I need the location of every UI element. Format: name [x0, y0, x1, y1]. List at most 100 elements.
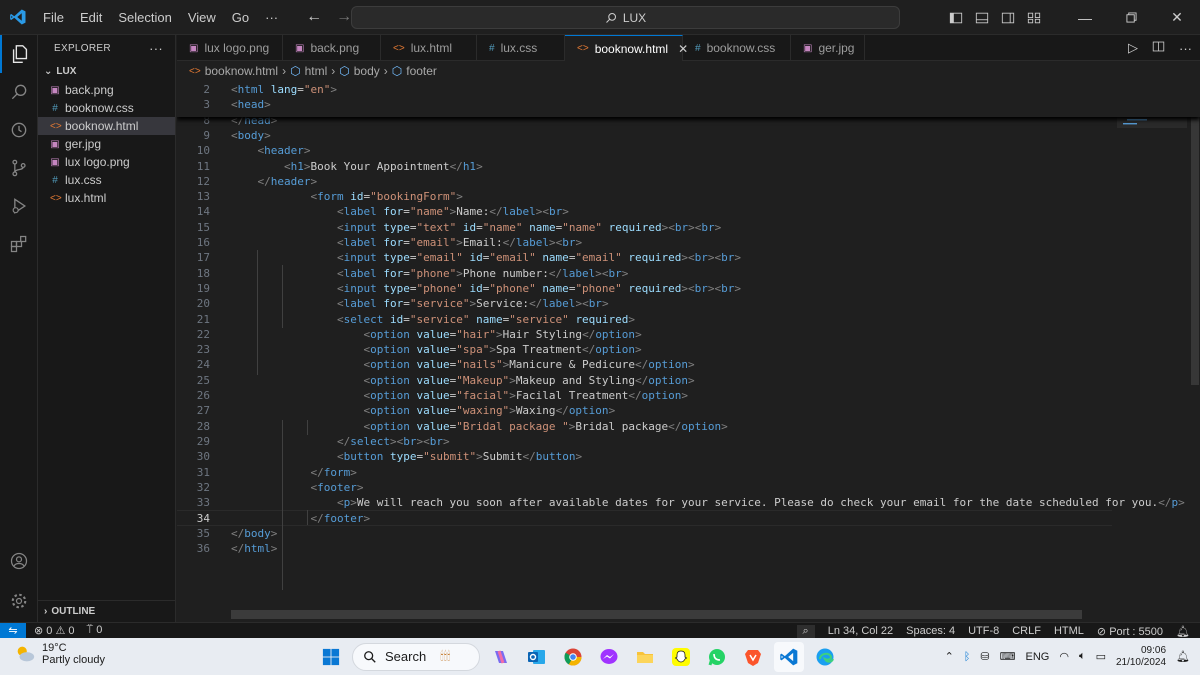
run-debug-icon[interactable]: [0, 187, 38, 225]
folder-lux[interactable]: ⌄ LUX: [38, 61, 175, 81]
explorer-files-icon[interactable]: [0, 35, 38, 73]
code-line[interactable]: 20 <label for="service">Service:</label>…: [177, 296, 1112, 311]
code-line[interactable]: 33 <p>We will reach you soon after avail…: [177, 495, 1185, 510]
code-line[interactable]: 32 <footer>: [177, 480, 1112, 495]
copilot-icon[interactable]: [486, 642, 516, 672]
menu-more[interactable]: ···: [257, 0, 286, 35]
code-line[interactable]: 31 </form>: [177, 465, 1112, 480]
outline-section[interactable]: › OUTLINE: [38, 600, 176, 622]
messenger-icon[interactable]: [594, 642, 624, 672]
chrome-icon[interactable]: [558, 642, 588, 672]
explorer-more-icon[interactable]: ···: [149, 41, 163, 56]
minimize-icon[interactable]: —: [1062, 0, 1108, 35]
end-of-line[interactable]: CRLF: [1012, 625, 1041, 637]
code-line[interactable]: 16 <label for="email">Email:</label><br>: [177, 235, 1112, 250]
tab-lux-css[interactable]: # lux.css: [477, 35, 565, 61]
close-icon[interactable]: ✕: [1154, 0, 1200, 35]
toggle-secondary-sidebar-icon[interactable]: [998, 0, 1018, 35]
cursor-position[interactable]: Ln 34, Col 22: [828, 625, 893, 637]
drive-icon[interactable]: ⛁: [980, 650, 989, 663]
menu-go[interactable]: Go: [224, 0, 257, 35]
tab-lux-logo-png[interactable]: ▣ lux logo.png: [177, 35, 283, 61]
code-line[interactable]: 13 <form id="bookingForm">: [177, 189, 1112, 204]
notifications-bell-icon[interactable]: 🔔︎: [1176, 625, 1190, 638]
code-line[interactable]: 24 <option value="nails">Manicure & Pedi…: [177, 357, 1112, 372]
code-line[interactable]: 3 <head>: [177, 97, 1112, 112]
code-line[interactable]: 35 </body>: [177, 526, 1112, 541]
menu-selection[interactable]: Selection: [110, 0, 179, 35]
more-actions-icon[interactable]: ···: [1179, 41, 1192, 56]
keyboard-icon[interactable]: ⌨: [1000, 650, 1016, 663]
code-line[interactable]: 29 </select><br><br>: [177, 434, 1112, 449]
code-line[interactable]: 26 <option value="facial">Facilal Treatm…: [177, 388, 1112, 403]
back-arrow-icon[interactable]: ←: [306, 8, 322, 26]
input-language[interactable]: ENG: [1026, 651, 1050, 663]
code-line[interactable]: 30 <button type="submit">Submit</button>: [177, 449, 1112, 464]
run-icon[interactable]: ▷: [1128, 40, 1138, 56]
zoom-icon[interactable]: ⌕: [796, 624, 815, 638]
toggle-primary-sidebar-icon[interactable]: [946, 0, 966, 35]
code-line[interactable]: 25 <option value="Makeup">Makeup and Sty…: [177, 373, 1112, 388]
notification-bell-icon[interactable]: 🔔︎: [1176, 650, 1190, 663]
breadcrumb-footer[interactable]: footer: [406, 64, 437, 78]
code-line[interactable]: 27 <option value="waxing">Waxing</option…: [177, 403, 1112, 418]
code-line[interactable]: 21 <select id="service" name="service" r…: [177, 312, 1112, 327]
snapchat-icon[interactable]: [666, 642, 696, 672]
code-line[interactable]: 10 <header>: [177, 143, 1112, 158]
file-item[interactable]: ▣ lux logo.png: [38, 153, 175, 171]
code-line[interactable]: 2 <html lang="en">: [177, 82, 1112, 97]
weather-widget[interactable]: 19°C Partly cloudy: [14, 642, 105, 666]
extensions-icon[interactable]: [0, 225, 38, 263]
menu-edit[interactable]: Edit: [72, 0, 110, 35]
file-explorer-icon[interactable]: [630, 642, 660, 672]
code-line[interactable]: 18 <label for="phone">Phone number:</lab…: [177, 266, 1112, 281]
code-line[interactable]: 22 <option value="hair">Hair Styling</op…: [177, 327, 1112, 342]
battery-icon[interactable]: ▭: [1096, 650, 1106, 663]
file-item[interactable]: <> booknow.html: [38, 117, 175, 135]
bluetooth-icon[interactable]: ᛒ: [964, 651, 971, 663]
file-item[interactable]: # lux.css: [38, 171, 175, 189]
code-line[interactable]: 19 <input type="phone" id="phone" name="…: [177, 281, 1112, 296]
ports-indicator[interactable]: ⍡ 0: [87, 624, 103, 637]
code-line[interactable]: 17 <input type="email" id="email" name="…: [177, 250, 1112, 265]
command-center-search[interactable]: LUX: [351, 6, 900, 29]
remote-indicator-icon[interactable]: ⇋: [0, 622, 26, 639]
code-editor[interactable]: 2 <html lang="en"> 3 <head> 8 </head> 9 <body> 1…: [177, 80, 1200, 622]
file-item[interactable]: ▣ back.png: [38, 81, 175, 99]
breadcrumb-html[interactable]: html: [305, 64, 328, 78]
problems-indicator[interactable]: ⊗ 0 ⚠ 0: [34, 624, 75, 637]
windows-start-icon[interactable]: [316, 642, 346, 672]
file-item[interactable]: ▣ ger.jpg: [38, 135, 175, 153]
code-line[interactable]: 34 </footer>: [177, 510, 1112, 526]
customize-layout-icon[interactable]: [1024, 0, 1044, 35]
chevron-up-icon[interactable]: ⌃: [945, 650, 954, 663]
outlook-icon[interactable]: [522, 642, 552, 672]
brave-icon[interactable]: [738, 642, 768, 672]
vertical-scrollbar[interactable]: [1189, 80, 1199, 622]
timeline-history-icon[interactable]: [0, 111, 38, 149]
clock[interactable]: 09:06 21/10/2024: [1116, 645, 1166, 669]
settings-gear-icon[interactable]: [0, 582, 38, 620]
breadcrumb-body[interactable]: body: [354, 64, 380, 78]
accounts-icon[interactable]: [0, 542, 38, 580]
edge-icon[interactable]: [810, 642, 840, 672]
code-line[interactable]: 15 <input type="text" id="name" name="na…: [177, 220, 1112, 235]
search-icon[interactable]: [0, 73, 38, 111]
split-editor-icon[interactable]: [1152, 40, 1165, 56]
file-item[interactable]: <> lux.html: [38, 189, 175, 207]
menu-view[interactable]: View: [180, 0, 224, 35]
restore-icon[interactable]: [1108, 0, 1154, 35]
file-item[interactable]: # booknow.css: [38, 99, 175, 117]
code-line[interactable]: 14 <label for="name">Name:</label><br>: [177, 204, 1112, 219]
tab-ger-jpg[interactable]: ▣ ger.jpg: [791, 35, 865, 61]
toggle-panel-icon[interactable]: [972, 0, 992, 35]
vscode-taskbar-icon[interactable]: [774, 641, 804, 672]
forward-arrow-icon[interactable]: →: [336, 8, 352, 26]
tab-booknow-html[interactable]: <> booknow.html ✕: [565, 35, 688, 61]
code-line[interactable]: 36 </html>: [177, 541, 1112, 556]
indentation[interactable]: Spaces: 4: [906, 625, 955, 637]
whatsapp-icon[interactable]: [702, 642, 732, 672]
tab-back-png[interactable]: ▣ back.png: [283, 35, 381, 61]
live-server-port[interactable]: ⊘ Port : 5500: [1097, 625, 1163, 638]
horizontal-scrollbar[interactable]: [231, 610, 1082, 619]
